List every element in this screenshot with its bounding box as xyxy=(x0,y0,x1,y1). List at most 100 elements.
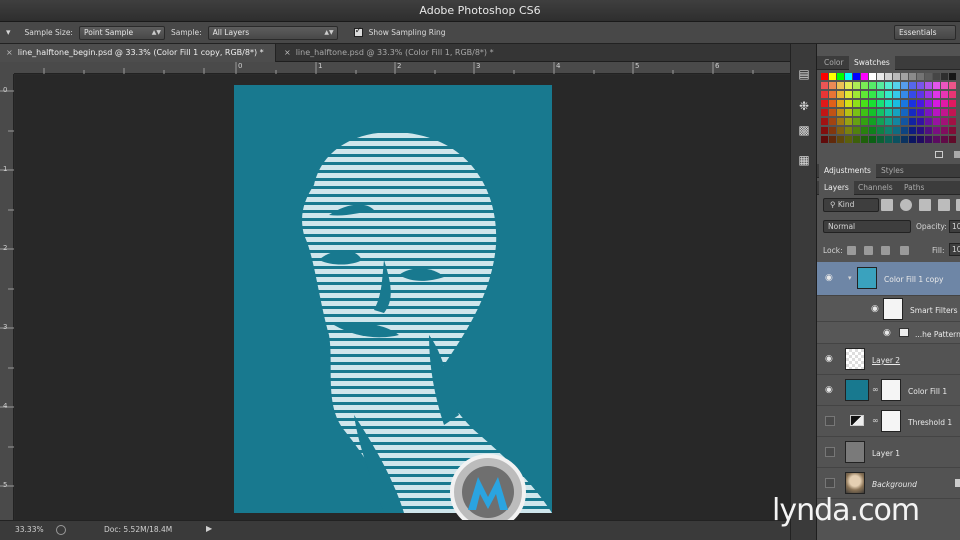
swatch-chip[interactable] xyxy=(901,82,908,89)
filter-blending-options-icon[interactable] xyxy=(899,328,909,337)
pixel-filter-icon[interactable] xyxy=(881,199,893,211)
swatch-chip[interactable] xyxy=(941,73,948,80)
swatch-chip[interactable] xyxy=(893,109,900,116)
swatch-chip[interactable] xyxy=(861,91,868,98)
swatch-chip[interactable] xyxy=(837,73,844,80)
swatch-chip[interactable] xyxy=(837,82,844,89)
eye-icon[interactable]: ◉ xyxy=(825,355,835,364)
swatch-chip[interactable] xyxy=(909,100,916,107)
swatch-chip[interactable] xyxy=(901,109,908,116)
swatch-chip[interactable] xyxy=(829,136,836,143)
swatch-chip[interactable] xyxy=(917,118,924,125)
swatch-chip[interactable] xyxy=(845,109,852,116)
opacity-input[interactable]: 10 xyxy=(949,220,960,233)
swatch-chip[interactable] xyxy=(909,118,916,125)
swatch-chip[interactable] xyxy=(917,109,924,116)
swatch-chip[interactable] xyxy=(893,136,900,143)
swatch-chip[interactable] xyxy=(829,109,836,116)
swatch-chip[interactable] xyxy=(845,91,852,98)
swatch-chip[interactable] xyxy=(885,100,892,107)
link-icon[interactable]: ∞ xyxy=(872,416,879,425)
swatch-chip[interactable] xyxy=(837,136,844,143)
layer-color-fill-1[interactable]: ◉ ∞ Color Fill 1 xyxy=(817,375,960,406)
swatch-chip[interactable] xyxy=(893,82,900,89)
swatch-chip[interactable] xyxy=(949,127,956,134)
swatch-chip[interactable] xyxy=(853,109,860,116)
sample-size-select[interactable]: Point Sample ▲▼ xyxy=(78,25,165,40)
eye-icon[interactable]: ◉ xyxy=(825,386,835,395)
swatch-chip[interactable] xyxy=(901,127,908,134)
swatch-chip[interactable] xyxy=(925,73,932,80)
swatch-chip[interactable] xyxy=(869,109,876,116)
brush-panel-icon[interactable]: ▩ xyxy=(796,122,812,138)
swatch-chip[interactable] xyxy=(909,82,916,89)
swatch-chip[interactable] xyxy=(877,109,884,116)
swatch-chip[interactable] xyxy=(925,91,932,98)
lock-all-icon[interactable] xyxy=(900,246,909,255)
eye-icon[interactable]: ◉ xyxy=(883,329,893,338)
swatch-chip[interactable] xyxy=(925,118,932,125)
swatch-chip[interactable] xyxy=(949,109,956,116)
swatch-chip[interactable] xyxy=(917,136,924,143)
zoom-level[interactable]: 33.33% xyxy=(15,525,44,534)
layer-halftone-pattern-filter[interactable]: ◉ ...he Pattern xyxy=(817,322,960,344)
actions-panel-icon[interactable]: ❉ xyxy=(796,98,812,114)
swatch-chip[interactable] xyxy=(917,100,924,107)
workspace-switcher[interactable]: Essentials xyxy=(894,25,956,40)
smart-object-filter-icon[interactable] xyxy=(956,199,960,211)
swatch-chip[interactable] xyxy=(933,73,940,80)
lock-image-icon[interactable] xyxy=(864,246,873,255)
tab-styles[interactable]: Styles xyxy=(876,164,909,178)
layer-threshold-1[interactable]: ∞ Threshold 1 xyxy=(817,406,960,437)
vertical-ruler[interactable]: 0 1 2 3 4 5 xyxy=(0,74,14,520)
swatch-chip[interactable] xyxy=(869,100,876,107)
swatch-chip[interactable] xyxy=(829,82,836,89)
fill-input[interactable]: 10 xyxy=(949,243,960,256)
swatch-chip[interactable] xyxy=(821,118,828,125)
shape-filter-icon[interactable] xyxy=(938,199,950,211)
swatch-chip[interactable] xyxy=(949,136,956,143)
swatch-chip[interactable] xyxy=(837,91,844,98)
swatch-chip[interactable] xyxy=(861,127,868,134)
swatch-chip[interactable] xyxy=(893,100,900,107)
eye-icon[interactable]: ◉ xyxy=(825,274,835,283)
swatch-chip[interactable] xyxy=(821,136,828,143)
horizontal-ruler[interactable]: 0 1 2 3 4 5 6 xyxy=(14,62,790,74)
swatch-chip[interactable] xyxy=(941,82,948,89)
swatch-chip[interactable] xyxy=(949,82,956,89)
swatch-chip[interactable] xyxy=(845,127,852,134)
swatch-chip[interactable] xyxy=(893,91,900,98)
link-icon[interactable]: ∞ xyxy=(872,385,879,394)
swatch-chip[interactable] xyxy=(821,127,828,134)
layer-smart-filters[interactable]: ◉ Smart Filters xyxy=(817,296,960,322)
swatch-chip[interactable] xyxy=(869,127,876,134)
swatch-chip[interactable] xyxy=(837,118,844,125)
swatch-chip[interactable] xyxy=(917,127,924,134)
swatch-chip[interactable] xyxy=(885,82,892,89)
history-panel-icon[interactable]: ▤ xyxy=(796,66,812,82)
swatch-chip[interactable] xyxy=(869,82,876,89)
type-filter-icon[interactable] xyxy=(919,199,931,211)
ruler-corner[interactable] xyxy=(0,62,14,74)
swatch-chip[interactable] xyxy=(885,91,892,98)
swatch-chip[interactable] xyxy=(901,91,908,98)
swatch-chip[interactable] xyxy=(941,136,948,143)
eyedropper-tool-icon[interactable]: ▾ xyxy=(6,28,11,38)
swatch-chip[interactable] xyxy=(933,82,940,89)
status-menu-arrow-icon[interactable]: ▶ xyxy=(206,524,212,533)
swatch-chip[interactable] xyxy=(901,100,908,107)
visibility-toggle[interactable] xyxy=(825,416,835,426)
swatch-chip[interactable] xyxy=(869,136,876,143)
swatch-chip[interactable] xyxy=(853,100,860,107)
swatch-chip[interactable] xyxy=(917,82,924,89)
swatch-chip[interactable] xyxy=(869,91,876,98)
swatch-chip[interactable] xyxy=(933,136,940,143)
swatch-chip[interactable] xyxy=(885,109,892,116)
swatch-chip[interactable] xyxy=(893,118,900,125)
sample-select[interactable]: All Layers ▲▼ xyxy=(207,25,338,40)
swatch-chip[interactable] xyxy=(949,100,956,107)
swatch-chip[interactable] xyxy=(925,127,932,134)
swatch-chip[interactable] xyxy=(829,118,836,125)
swatch-chip[interactable] xyxy=(821,109,828,116)
swatch-chip[interactable] xyxy=(933,127,940,134)
